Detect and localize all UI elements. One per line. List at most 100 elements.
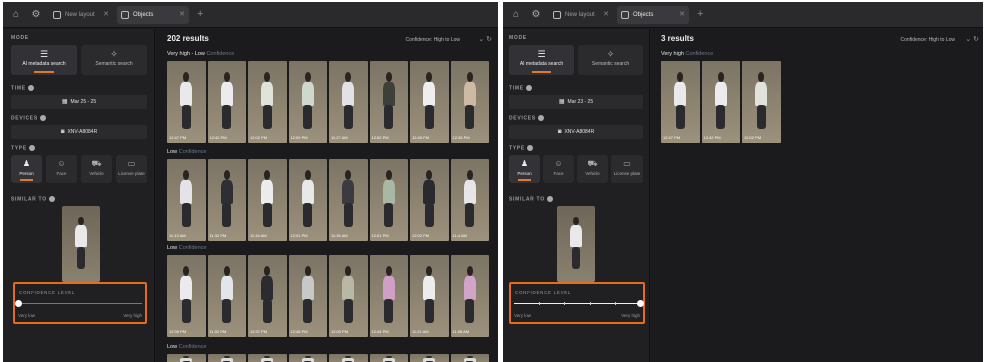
result-thumbnail[interactable]: 11:32 PM	[207, 159, 246, 241]
result-thumbnail[interactable]	[288, 354, 327, 362]
info-icon	[28, 145, 35, 151]
result-thumbnail[interactable]	[248, 354, 287, 362]
home-icon[interactable]: ⌂	[9, 8, 23, 22]
result-thumbnail[interactable]: 12:48 PM	[288, 255, 327, 337]
result-thumbnail[interactable]: 12:35 PM	[450, 61, 489, 143]
result-thumbnail[interactable]: 12:42 PM	[701, 61, 740, 143]
add-tab-icon[interactable]: +	[197, 8, 203, 20]
confidence-slider[interactable]	[514, 300, 644, 307]
result-thumbnail[interactable]: 12:02 PM	[410, 159, 449, 241]
result-thumbnail[interactable]: 11:13 AM	[167, 159, 206, 241]
timestamp: 12:02 PM	[744, 135, 762, 140]
result-thumbnail[interactable]: 11:02 PM	[207, 255, 246, 337]
result-thumbnail[interactable]: 12:47 PM	[661, 61, 700, 143]
confidence-slider[interactable]	[14, 300, 142, 307]
person-figure	[380, 266, 397, 325]
result-thumbnail[interactable]	[167, 354, 206, 362]
reference-image[interactable]	[62, 206, 100, 282]
gear-icon[interactable]: ⚙	[529, 8, 543, 22]
result-thumbnail[interactable]	[450, 354, 489, 362]
result-thumbnail[interactable]: 11:34 AM	[248, 159, 287, 241]
type-label-text: Vehicle	[585, 171, 600, 176]
plate-icon: ▭	[623, 159, 631, 168]
chevron-down-icon[interactable]: ⌄	[965, 36, 971, 43]
sparkle-icon: ✧	[110, 49, 118, 59]
mode-ai-metadata-button[interactable]: ☰ AI metadata search	[509, 45, 574, 75]
type-person-button[interactable]: ♟ Person	[11, 155, 42, 183]
timestamp: 11:21 AM	[412, 329, 429, 334]
type-vehicle-button[interactable]: ⛟ Vehicle	[81, 155, 112, 183]
confidence-level-label: CONFIDENCE LEVEL	[19, 290, 76, 295]
camera-icon: ◙	[60, 129, 65, 135]
reference-image[interactable]	[557, 206, 595, 282]
result-thumbnail[interactable]: 12:42 PM	[207, 61, 246, 143]
result-thumbnail[interactable]: 11:21 AM	[410, 255, 449, 337]
sort-dropdown[interactable]: Confidence: High to Low	[901, 37, 955, 43]
add-tab-icon[interactable]: +	[697, 8, 703, 20]
home-icon[interactable]: ⌂	[509, 8, 523, 22]
device-field[interactable]: ◙ XNV-A8084R	[11, 125, 147, 139]
person-figure	[340, 355, 357, 362]
info-icon	[27, 85, 34, 91]
result-thumbnail[interactable]: 11:35 AM	[329, 159, 368, 241]
result-thumbnail[interactable]: 11:4 AM	[450, 159, 489, 241]
app-window-left: ⌂ ⚙ New layout ✕ Objects ✕ + MODE ☰ AI m…	[3, 2, 498, 362]
device-field[interactable]: ◙ XNV-A8084R	[509, 125, 643, 139]
active-indicator	[518, 179, 531, 181]
result-thumbnail[interactable]: 12:00 PM	[288, 61, 327, 143]
result-thumbnail[interactable]	[329, 354, 368, 362]
type-person-button[interactable]: ♟ Person	[509, 155, 540, 183]
sort-dropdown[interactable]: Confidence: High to Low	[406, 37, 460, 43]
type-vehicle-button[interactable]: ⛟ Vehicle	[577, 155, 608, 183]
gear-icon[interactable]: ⚙	[29, 8, 43, 22]
refresh-icon[interactable]: ↻	[973, 36, 979, 43]
result-thumbnail[interactable]: 12:01 PM	[288, 159, 327, 241]
result-thumbnail[interactable]: 11:27 AM	[329, 61, 368, 143]
timestamp: 12:52 PM	[371, 135, 389, 140]
mode-semantic-button[interactable]: ✧ Semantic search	[578, 45, 643, 75]
tab-objects[interactable]: Objects ✕	[117, 6, 189, 24]
thumbnail-row: 12:47 PM 12:42 PM 12:02 PM 12:00 PM 11:27 AM…	[167, 61, 493, 143]
mode-semantic-button[interactable]: ✧ Semantic search	[81, 45, 147, 75]
result-thumbnail[interactable]: 12:01 PM	[369, 159, 408, 241]
person-figure	[218, 355, 235, 362]
result-thumbnail[interactable]: 12:02 PM	[742, 61, 781, 143]
result-thumbnail[interactable]: 11:58 AM	[450, 255, 489, 337]
type-license-plate-button[interactable]: ▭ License plate	[116, 155, 147, 183]
result-thumbnail[interactable]	[369, 354, 408, 362]
tab-new-layout[interactable]: New layout ✕	[49, 6, 113, 24]
result-thumbnail[interactable]: 12:52 PM	[369, 61, 408, 143]
close-icon[interactable]: ✕	[103, 6, 109, 24]
type-face-button[interactable]: ☺ Face	[543, 155, 574, 183]
tab-objects[interactable]: Objects ✕	[617, 6, 689, 24]
type-face-button[interactable]: ☺ Face	[46, 155, 77, 183]
slider-knob[interactable]	[14, 300, 22, 307]
mode-ai-metadata-button[interactable]: ☰ AI metadata search	[11, 45, 77, 75]
slider-knob[interactable]	[636, 300, 644, 307]
date-range-field[interactable]: ▦ Mar 23 - 25	[509, 95, 643, 109]
result-thumbnail[interactable]: 12:02 PM	[248, 61, 287, 143]
date-range-field[interactable]: ▦ Mar 25 - 25	[11, 95, 147, 109]
close-icon[interactable]: ✕	[603, 6, 609, 24]
result-thumbnail[interactable]: 12:39 PM	[167, 255, 206, 337]
type-label-text: Person	[19, 171, 34, 176]
result-thumbnail[interactable]: 12:37 PM	[248, 255, 287, 337]
timestamp: 11:58 AM	[452, 329, 470, 334]
result-thumbnail[interactable]: 12:45 PM	[410, 61, 449, 143]
car-icon: ⛟	[91, 159, 102, 168]
person-figure	[421, 72, 438, 131]
tab-new-layout[interactable]: New layout ✕	[549, 6, 613, 24]
timestamp: 12:42 PM	[703, 135, 721, 140]
refresh-icon[interactable]: ↻	[486, 36, 492, 43]
close-icon[interactable]: ✕	[179, 6, 185, 24]
result-thumbnail[interactable]: 12:44 PM	[369, 255, 408, 337]
result-thumbnail[interactable]	[207, 354, 246, 362]
timestamp: 12:48 PM	[290, 329, 308, 334]
close-icon[interactable]: ✕	[679, 6, 685, 24]
type-label-text: Vehicle	[89, 171, 104, 176]
result-thumbnail[interactable]	[410, 354, 449, 362]
result-thumbnail[interactable]: 12:00 PM	[329, 255, 368, 337]
type-license-plate-button[interactable]: ▭ License plate	[611, 155, 643, 183]
result-thumbnail[interactable]: 12:47 PM	[167, 61, 206, 143]
chevron-down-icon[interactable]: ⌄	[478, 36, 484, 43]
